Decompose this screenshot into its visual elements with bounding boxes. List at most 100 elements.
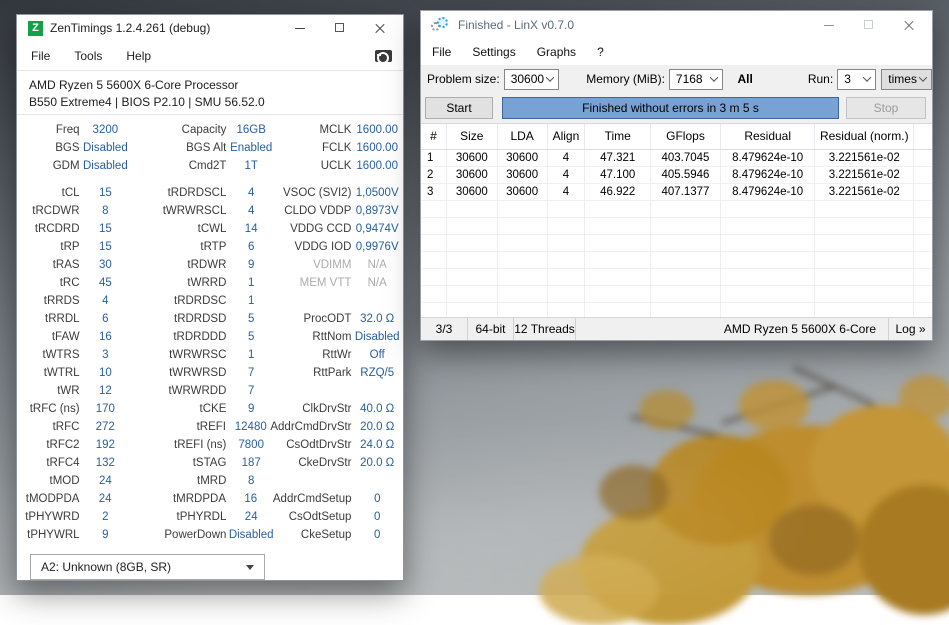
- result-cell: [914, 150, 932, 167]
- timing-label: tRDRDSC: [174, 295, 227, 307]
- timings-row: tRFC 272 tREFI 12480 AddrCmdDrvStr 20.0 Ω: [22, 418, 403, 436]
- timing-label: AddrCmdDrvStr: [270, 421, 352, 433]
- progress-bar: Finished without errors in 3 m 5 s: [502, 97, 839, 119]
- timing-label: tRTP: [200, 241, 227, 253]
- start-button[interactable]: Start: [425, 97, 493, 119]
- timing-label: tWRWRSC: [169, 349, 227, 361]
- timing-value: 12: [98, 385, 112, 397]
- problem-size-dropdown[interactable]: 30600: [503, 68, 560, 90]
- stop-button[interactable]: Stop: [846, 97, 926, 119]
- timing-label: VDDG CCD: [290, 223, 352, 235]
- timings-row: GDM Disabled Cmd2T 1T UCLK 1600.00: [22, 157, 403, 175]
- result-cell: [720, 252, 816, 269]
- result-cell: 1: [421, 150, 447, 167]
- result-cell: [446, 218, 498, 235]
- timing-value: 8: [247, 475, 255, 487]
- timing-value: 1: [247, 295, 255, 307]
- log-expander[interactable]: Log »: [889, 318, 932, 340]
- timing-label: tRDWR: [187, 259, 227, 271]
- linx-gears-icon: [431, 16, 450, 34]
- timing-value: 24: [244, 511, 258, 523]
- close-button[interactable]: [365, 15, 395, 41]
- column-header: #: [421, 124, 447, 149]
- result-cell: [585, 286, 652, 303]
- result-cell: 47.321: [585, 150, 652, 167]
- result-cell: [815, 252, 915, 269]
- menu-item-graphs[interactable]: Graphs: [537, 45, 576, 59]
- menu-item-tools[interactable]: Tools: [74, 49, 102, 63]
- timing-value: 1,0500V: [355, 187, 399, 199]
- timing-label: tWTRS: [42, 349, 80, 361]
- results-table-header: # Size LDA Align Time GFlops Residual Residual …: [421, 124, 932, 150]
- result-row: 3 30600 30600 4 46.922 407.1377 8.479624e-10 3.…: [421, 184, 932, 201]
- timing-value: 1: [247, 277, 255, 289]
- minimize-button[interactable]: [285, 15, 315, 41]
- linx-window-title: Finished - LinX v0.7.0: [458, 18, 575, 32]
- maximize-button[interactable]: [854, 12, 884, 38]
- timing-label: tRDRDDD: [173, 331, 227, 343]
- result-cell: [446, 201, 498, 218]
- status-run-progress: 3/3: [421, 318, 468, 340]
- memory-dropdown[interactable]: 7168: [668, 68, 723, 90]
- maximize-button[interactable]: [325, 15, 355, 41]
- menu-item-file[interactable]: File: [31, 49, 50, 63]
- timings-row: tWTRL 10 tWRWRSD 7 RttPark RZQ/5: [22, 364, 403, 382]
- timing-label: tMRDPDA: [172, 493, 226, 505]
- timing-value: 0,8973V: [355, 205, 399, 217]
- chevron-down-icon: [863, 73, 872, 82]
- result-cell: [446, 252, 498, 269]
- timing-label: CsOdtDrvStr: [286, 439, 352, 451]
- run-count-value: 3: [844, 72, 851, 86]
- timing-label: UCLK: [320, 160, 352, 172]
- timing-label: tPHYRDL: [176, 511, 227, 523]
- status-threads: 12 Threads: [514, 318, 576, 340]
- column-header: LDA: [498, 124, 548, 149]
- timing-value: 12480: [234, 421, 267, 433]
- timing-value: RZQ/5: [360, 367, 395, 379]
- result-cell: [651, 269, 721, 286]
- timing-label: tPHYWRL: [27, 529, 80, 541]
- result-cell: [421, 252, 447, 269]
- result-cell: [651, 218, 721, 235]
- timing-value: 0,9976V: [355, 241, 399, 253]
- timing-value: 4: [247, 187, 255, 199]
- result-cell: 30600: [497, 150, 548, 167]
- zentimings-menubar: File Tools Help: [17, 41, 403, 70]
- menu-item-help[interactable]: Help: [126, 49, 151, 63]
- result-cell: [547, 252, 586, 269]
- result-cell: 30600: [446, 150, 498, 167]
- results-table: # Size LDA Align Time GFlops Residual Residual …: [421, 123, 932, 319]
- menu-item-file[interactable]: File: [432, 45, 451, 59]
- run-unit-dropdown[interactable]: times: [881, 68, 932, 90]
- result-cell: 3.221561e-02: [815, 150, 915, 167]
- result-cell: [547, 201, 586, 218]
- minimize-button[interactable]: [814, 12, 844, 38]
- result-cell: 8.479624e-10: [720, 150, 816, 167]
- result-cell: [914, 235, 932, 252]
- timing-value: 24: [98, 475, 112, 487]
- menu-item-settings[interactable]: Settings: [472, 45, 515, 59]
- result-cell: 30600: [497, 167, 548, 184]
- timings-grid: Freq 3200 Capacity 16GB MCLK 1600.00 BGS Disabl…: [17, 115, 403, 544]
- close-button[interactable]: [894, 12, 924, 38]
- ram-slot-dropdown[interactable]: A2: Unknown (8GB, SR): [30, 554, 265, 580]
- result-cell: 30600: [497, 184, 548, 201]
- screenshot-camera-icon[interactable]: [375, 50, 392, 64]
- timing-label: tRCDWR: [32, 205, 80, 217]
- empty-row: [421, 252, 932, 269]
- timings-row: tMODPDA 24 tMRDPDA 16 AddrCmdSetup 0: [22, 490, 403, 508]
- result-cell: 3: [421, 184, 447, 201]
- timings-row: tCL 15 tRDRDSCL 4 VSOC (SVI2) 1,0500V: [22, 184, 403, 202]
- timing-value: 9: [102, 529, 109, 541]
- timing-value: 1600.00: [356, 142, 398, 154]
- timing-label: tRC: [59, 277, 80, 289]
- timings-row: tRAS 30 tRDWR 9 VDIMM N/A: [22, 256, 403, 274]
- result-cell: [497, 286, 548, 303]
- run-count-dropdown[interactable]: 3: [837, 68, 877, 90]
- timings-row: tRCDRD 15 tCWL 14 VDDG CCD 0,9474V: [22, 220, 403, 238]
- timing-value: 0: [374, 529, 381, 541]
- result-cell: [651, 252, 721, 269]
- column-header: GFlops: [651, 124, 721, 149]
- menu-item-help[interactable]: ?: [597, 45, 604, 59]
- timings-row: BGS Disabled BGS Alt Enabled FCLK 1600.00: [22, 139, 403, 157]
